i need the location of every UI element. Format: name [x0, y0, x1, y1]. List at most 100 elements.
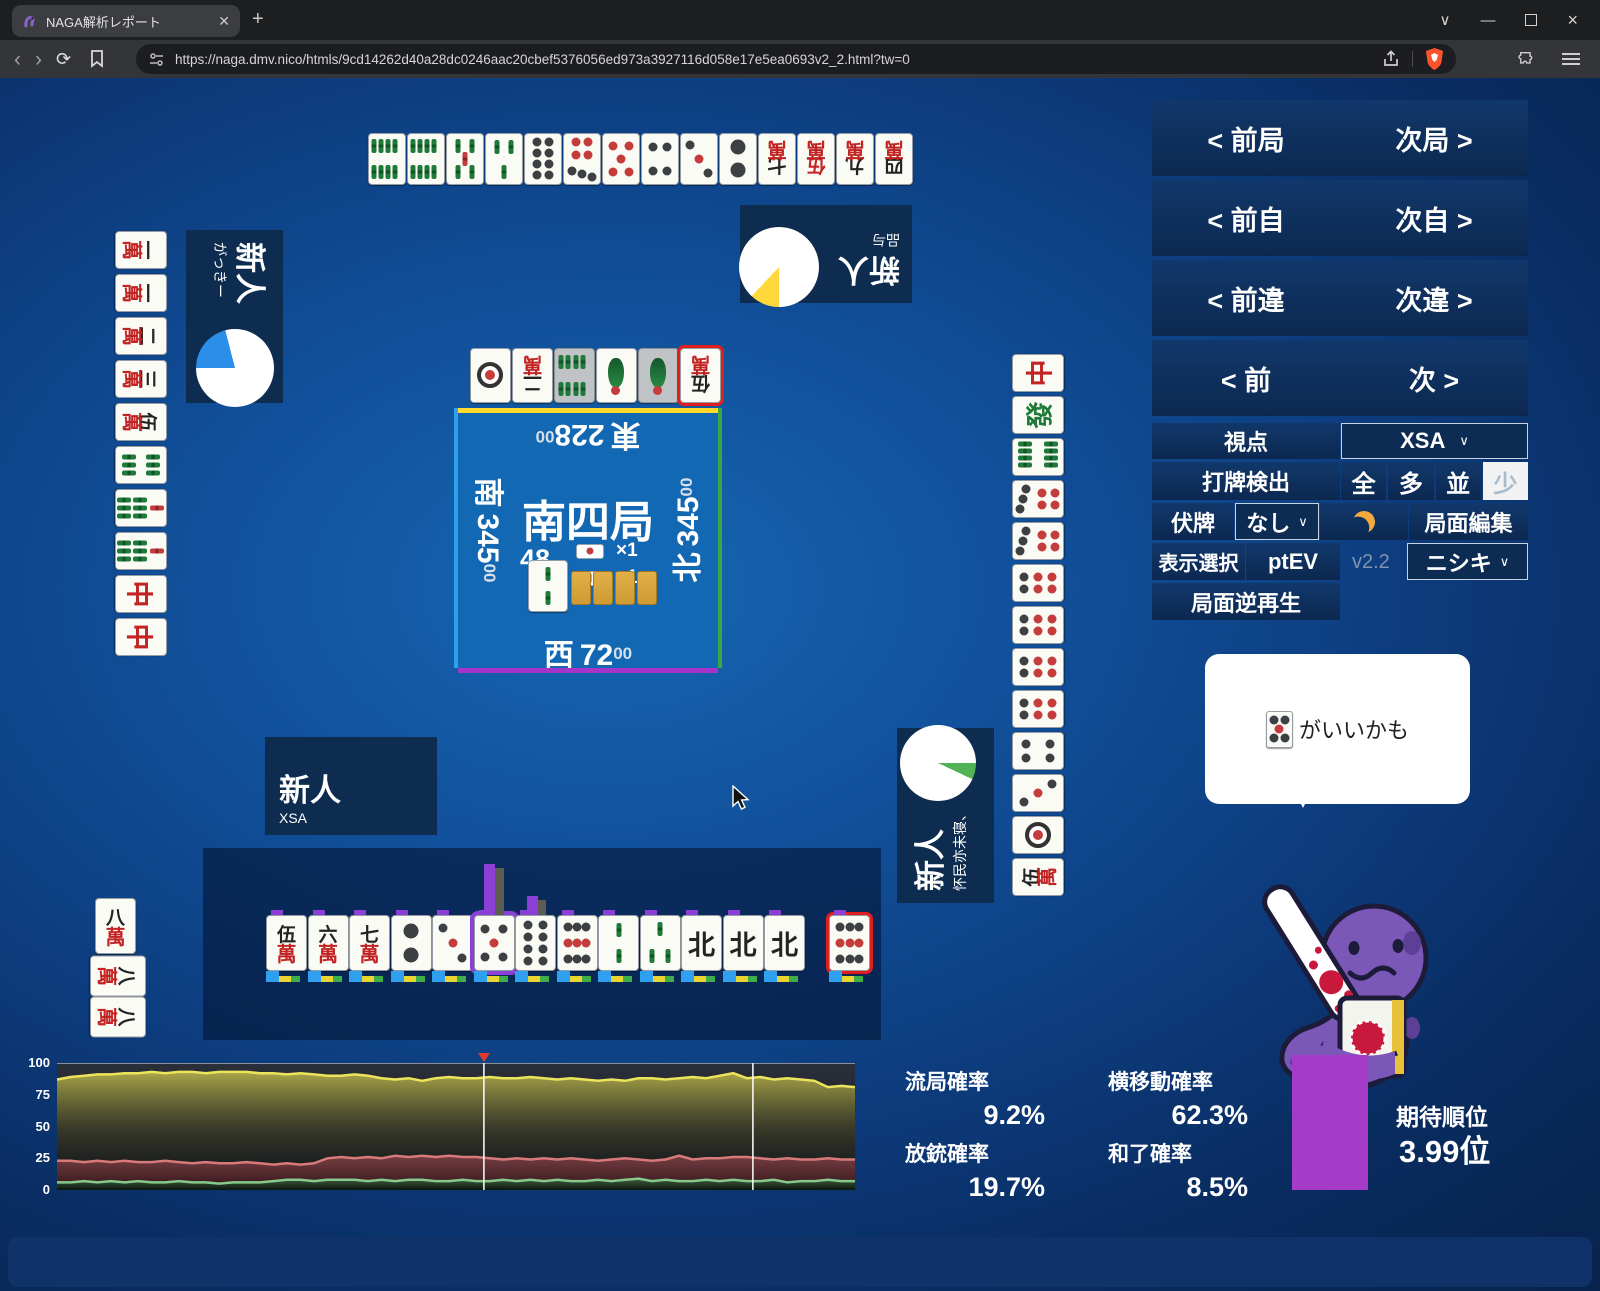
mahjong-tile-N[interactable]: 北 — [722, 915, 764, 971]
tile-wrapper: 中 — [1010, 353, 1065, 392]
mahjong-tile-3p[interactable] — [432, 915, 473, 971]
browser-chrome: NAGA解析レポート ✕ + ∨ — × ‹ › ⟳ https://naga.… — [0, 0, 1600, 78]
chart-y-tick: 50 — [35, 1118, 50, 1134]
next-button[interactable]: 次違 > — [1340, 260, 1528, 336]
dahai-label-cell: 打牌検出 — [1152, 462, 1340, 500]
mahjong-tile-2p[interactable] — [390, 915, 432, 971]
tab-strip: NAGA解析レポート ✕ + ∨ — × — [0, 0, 1600, 40]
dahai-option-並[interactable]: 並 — [1435, 462, 1481, 500]
tile-wrapper — [113, 488, 168, 527]
fuse-select[interactable]: なし ∨ — [1235, 503, 1319, 540]
next-button[interactable]: 次 > — [1340, 340, 1528, 416]
browser-toolbar: ‹ › ⟳ https://naga.dmv.nico/htmls/9cd142… — [0, 40, 1600, 78]
mahjong-tile-2m: 二萬 — [512, 348, 553, 403]
moon-icon — [1351, 508, 1378, 535]
edit-board-button[interactable]: 局面編集 — [1409, 503, 1528, 540]
tab-search-icon[interactable]: ∨ — [1440, 11, 1451, 29]
tile-top-tick — [834, 910, 846, 915]
model-select[interactable]: ニシキ ∨ — [1407, 543, 1528, 580]
night-mode-button[interactable] — [1320, 503, 1408, 540]
reverse-play-button[interactable]: 局面逆再生 — [1152, 583, 1340, 620]
tile-underbar-yellow — [694, 976, 706, 982]
mahjong-tile-9p[interactable] — [556, 915, 598, 971]
mahjong-tile-N[interactable]: 北 — [764, 915, 805, 971]
mahjong-tile-8p[interactable] — [515, 915, 556, 971]
tile-wrapper — [1010, 773, 1065, 812]
prev-button[interactable]: < 前違 — [1152, 260, 1340, 336]
dahai-option-多[interactable]: 多 — [1388, 462, 1434, 500]
tile-top-tick — [437, 910, 449, 915]
red5-pin-count: ×1 — [616, 540, 638, 561]
display-select-cell[interactable]: 表示選択 — [1152, 543, 1245, 580]
mahjong-tile-4p — [1011, 731, 1064, 770]
tile-wrapper: 發 — [1010, 395, 1065, 434]
bottom-player-box: 新人 XSA — [265, 737, 437, 835]
mahjong-tile-2s[interactable] — [598, 915, 639, 971]
tile-underbar-yellow — [569, 976, 582, 982]
extensions-icon[interactable] — [1518, 49, 1538, 69]
mahjong-tile-6p — [1011, 689, 1064, 728]
forward-button[interactable]: › — [35, 49, 42, 70]
mahjong-tile-6m[interactable]: 六萬 — [307, 915, 349, 971]
tab-close-icon[interactable]: ✕ — [218, 13, 230, 30]
tile-wrapper: 八萬 — [90, 996, 146, 1037]
viewpoint-select[interactable]: XSA ∨ — [1341, 423, 1528, 459]
tile-underbar-green — [789, 976, 798, 982]
mahjong-tile-7s — [114, 488, 167, 527]
tile-underbar-blue — [829, 971, 842, 982]
mahjong-tile-5p[interactable] — [473, 915, 515, 971]
close-window-button[interactable]: × — [1567, 10, 1578, 31]
mahjong-tile-3p — [1011, 773, 1064, 812]
prev-button[interactable]: < 前局 — [1152, 100, 1340, 176]
facedown-tile — [593, 571, 613, 605]
ptev-button[interactable]: ptEV — [1246, 543, 1340, 580]
right-player-discards: 中發伍萬 — [1010, 353, 1065, 896]
prev-button[interactable]: < 前 — [1152, 340, 1340, 416]
url-text[interactable]: https://naga.dmv.nico/htmls/9cd14262d40a… — [175, 52, 1370, 67]
mahjong-tile-7m: 七萬 — [758, 133, 796, 185]
tile-underbar-green — [581, 976, 591, 982]
url-bar[interactable]: https://naga.dmv.nico/htmls/9cd14262d40a… — [136, 44, 1456, 74]
score-bottom: 西 7200 — [543, 639, 633, 672]
tile-wrapper — [113, 445, 168, 484]
share-icon[interactable] — [1382, 50, 1400, 68]
mahjong-tile-N[interactable]: 北 — [681, 915, 722, 971]
tile-underbar-yellow — [611, 976, 623, 982]
recommendation-bar — [484, 864, 495, 915]
tile-underbar-yellow — [320, 976, 333, 982]
board-edge-top — [458, 408, 718, 413]
tile-underbar-yellow — [445, 976, 457, 982]
mahjong-tile-3s[interactable] — [639, 915, 681, 971]
dahai-option-少[interactable]: 少 — [1482, 462, 1528, 500]
probability-chart[interactable] — [56, 1063, 856, 1190]
tile-wrapper: 一萬 — [113, 273, 168, 312]
bookmark-icon[interactable] — [89, 50, 105, 68]
mahjong-tile-chun: 中 — [114, 574, 167, 613]
dahai-option-全[interactable]: 全 — [1341, 462, 1387, 500]
mahjong-tile-7m[interactable]: 七萬 — [349, 915, 390, 971]
mahjong-tile-9p[interactable] — [829, 915, 870, 971]
minimize-button[interactable]: — — [1480, 12, 1495, 29]
back-button[interactable]: ‹ — [14, 49, 21, 70]
menu-icon[interactable] — [1562, 53, 1580, 65]
mahjong-tile-5m[interactable]: 伍萬 — [266, 915, 307, 971]
site-settings-icon[interactable] — [148, 51, 165, 68]
next-button[interactable]: 次自 > — [1340, 180, 1528, 256]
reload-button[interactable]: ⟳ — [56, 50, 71, 68]
divider — [1412, 51, 1413, 67]
mahjong-tile-3p — [680, 133, 718, 185]
maximize-button[interactable] — [1525, 14, 1538, 26]
tile-top-tick — [727, 910, 740, 915]
new-tab-button[interactable]: + — [252, 8, 264, 31]
mahjong-tile-1m: 一萬 — [114, 230, 167, 269]
browser-tab[interactable]: NAGA解析レポート ✕ — [12, 5, 240, 37]
mahjong-tile-8m: 八萬 — [90, 955, 146, 996]
left-player-discards: 一萬一萬二萬三萬伍萬中中 — [113, 230, 168, 656]
mahjong-tile-9m: 九萬 — [836, 133, 874, 185]
brave-shield-icon[interactable] — [1425, 48, 1444, 70]
tile-underbar-blue — [307, 971, 321, 982]
prev-button[interactable]: < 前自 — [1152, 180, 1340, 256]
tile-underbar-green — [291, 976, 300, 982]
tab-title: NAGA解析レポート — [46, 14, 161, 30]
next-button[interactable]: 次局 > — [1340, 100, 1528, 176]
